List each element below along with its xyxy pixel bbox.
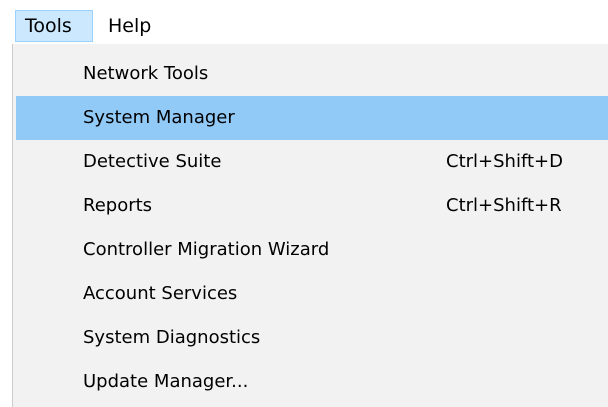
menu-item-reports[interactable]: Reports Ctrl+Shift+R: [16, 184, 608, 228]
menu-item-system-manager[interactable]: System Manager: [16, 96, 608, 140]
menu-help[interactable]: Help: [108, 10, 170, 42]
menu-item-shortcut: Ctrl+Shift+D: [446, 151, 563, 172]
tools-dropdown-menu: Network Tools System Manager Detective S…: [12, 44, 608, 407]
menu-item-account-services[interactable]: Account Services: [16, 272, 608, 316]
menu-tools[interactable]: Tools: [15, 10, 93, 42]
menu-item-label: System Diagnostics: [83, 327, 261, 348]
menu-item-label: Controller Migration Wizard: [83, 239, 330, 260]
menu-item-system-diagnostics[interactable]: System Diagnostics: [16, 316, 608, 360]
menu-item-label: Reports: [83, 195, 153, 216]
menu-item-label: System Manager: [83, 107, 235, 128]
menu-item-label: Update Manager...: [83, 371, 249, 392]
menu-item-network-tools[interactable]: Network Tools: [16, 52, 608, 96]
menu-bar: Tools Help: [0, 0, 608, 44]
menu-item-detective-suite[interactable]: Detective Suite Ctrl+Shift+D: [16, 140, 608, 184]
menu-item-controller-migration-wizard[interactable]: Controller Migration Wizard: [16, 228, 608, 272]
menu-item-label: Network Tools: [83, 63, 209, 84]
menu-item-label: Account Services: [83, 283, 238, 304]
menu-item-shortcut: Ctrl+Shift+R: [446, 195, 562, 216]
menu-item-update-manager[interactable]: Update Manager...: [16, 360, 608, 404]
menu-item-label: Detective Suite: [83, 151, 222, 172]
